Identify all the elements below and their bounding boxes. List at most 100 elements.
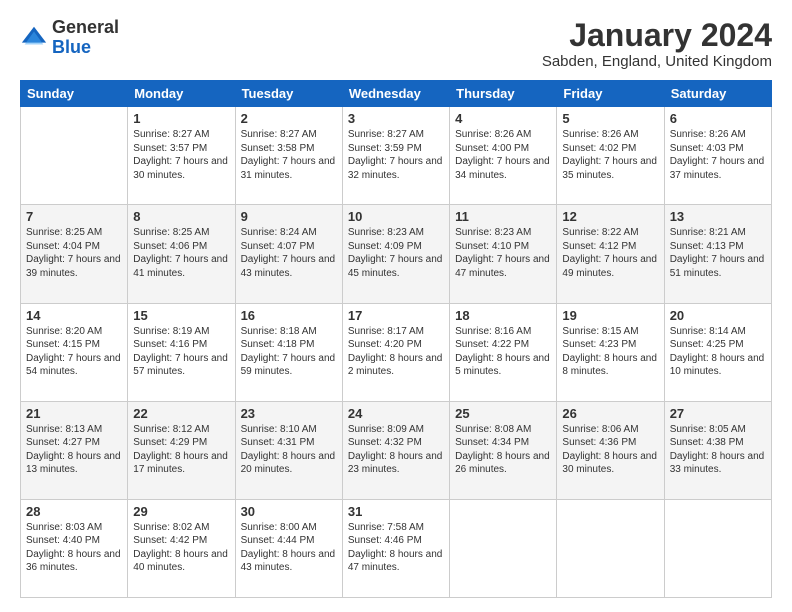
day-number: 30 [241, 504, 337, 519]
cell-info: Sunrise: 8:25 AMSunset: 4:04 PMDaylight:… [26, 226, 122, 280]
day-number: 20 [670, 308, 766, 323]
table-cell: 10 Sunrise: 8:23 AMSunset: 4:09 PMDayligh… [342, 205, 449, 303]
table-cell: 13 Sunrise: 8:21 AMSunset: 4:13 PMDayligh… [664, 205, 771, 303]
cell-info: Sunrise: 8:20 AMSunset: 4:15 PMDaylight:… [26, 325, 122, 379]
cell-info: Sunrise: 8:13 AMSunset: 4:27 PMDaylight:… [26, 423, 122, 477]
day-number: 27 [670, 406, 766, 421]
cell-info: Sunrise: 8:23 AMSunset: 4:10 PMDaylight:… [455, 226, 551, 280]
table-cell: 2 Sunrise: 8:27 AMSunset: 3:58 PMDaylight… [235, 107, 342, 205]
day-number: 9 [241, 209, 337, 224]
cell-info: Sunrise: 8:26 AMSunset: 4:00 PMDaylight:… [455, 128, 551, 182]
cell-info: Sunrise: 8:18 AMSunset: 4:18 PMDaylight:… [241, 325, 337, 379]
cell-info: Sunrise: 8:14 AMSunset: 4:25 PMDaylight:… [670, 325, 766, 379]
cell-info: Sunrise: 8:23 AMSunset: 4:09 PMDaylight:… [348, 226, 444, 280]
day-number: 17 [348, 308, 444, 323]
page: General Blue January 2024 Sabden, Englan… [0, 0, 792, 612]
cell-info: Sunrise: 8:00 AMSunset: 4:44 PMDaylight:… [241, 521, 337, 575]
table-cell: 20 Sunrise: 8:14 AMSunset: 4:25 PMDayligh… [664, 303, 771, 401]
day-number: 1 [133, 111, 229, 126]
table-cell: 14 Sunrise: 8:20 AMSunset: 4:15 PMDayligh… [21, 303, 128, 401]
col-monday: Monday [128, 81, 235, 107]
week-row-3: 21 Sunrise: 8:13 AMSunset: 4:27 PMDayligh… [21, 401, 772, 499]
table-cell: 18 Sunrise: 8:16 AMSunset: 4:22 PMDayligh… [450, 303, 557, 401]
header: General Blue January 2024 Sabden, Englan… [20, 18, 772, 70]
cell-info: Sunrise: 8:19 AMSunset: 4:16 PMDaylight:… [133, 325, 229, 379]
table-cell [21, 107, 128, 205]
table-cell: 27 Sunrise: 8:05 AMSunset: 4:38 PMDayligh… [664, 401, 771, 499]
cell-info: Sunrise: 8:27 AMSunset: 3:58 PMDaylight:… [241, 128, 337, 182]
col-thursday: Thursday [450, 81, 557, 107]
col-tuesday: Tuesday [235, 81, 342, 107]
col-sunday: Sunday [21, 81, 128, 107]
day-number: 2 [241, 111, 337, 126]
month-title: January 2024 [542, 18, 772, 53]
table-cell: 24 Sunrise: 8:09 AMSunset: 4:32 PMDayligh… [342, 401, 449, 499]
week-row-1: 7 Sunrise: 8:25 AMSunset: 4:04 PMDaylight… [21, 205, 772, 303]
day-number: 3 [348, 111, 444, 126]
cell-info: Sunrise: 8:02 AMSunset: 4:42 PMDaylight:… [133, 521, 229, 575]
cell-info: Sunrise: 7:58 AMSunset: 4:46 PMDaylight:… [348, 521, 444, 575]
title-block: January 2024 Sabden, England, United Kin… [542, 18, 772, 70]
day-number: 26 [562, 406, 658, 421]
table-cell: 17 Sunrise: 8:17 AMSunset: 4:20 PMDayligh… [342, 303, 449, 401]
table-cell: 15 Sunrise: 8:19 AMSunset: 4:16 PMDayligh… [128, 303, 235, 401]
cell-info: Sunrise: 8:27 AMSunset: 3:59 PMDaylight:… [348, 128, 444, 182]
table-cell: 23 Sunrise: 8:10 AMSunset: 4:31 PMDayligh… [235, 401, 342, 499]
day-number: 5 [562, 111, 658, 126]
day-number: 23 [241, 406, 337, 421]
table-cell: 28 Sunrise: 8:03 AMSunset: 4:40 PMDayligh… [21, 499, 128, 597]
table-cell: 25Sunrise: 8:08 AMSunset: 4:34 PMDayligh… [450, 401, 557, 499]
day-number: 28 [26, 504, 122, 519]
day-number: 10 [348, 209, 444, 224]
logo-text: General Blue [52, 18, 119, 58]
col-friday: Friday [557, 81, 664, 107]
table-cell: 16 Sunrise: 8:18 AMSunset: 4:18 PMDayligh… [235, 303, 342, 401]
table-cell: 5 Sunrise: 8:26 AMSunset: 4:02 PMDaylight… [557, 107, 664, 205]
table-cell: 31 Sunrise: 7:58 AMSunset: 4:46 PMDayligh… [342, 499, 449, 597]
day-number: 8 [133, 209, 229, 224]
cell-info: Sunrise: 8:03 AMSunset: 4:40 PMDaylight:… [26, 521, 122, 575]
day-number: 14 [26, 308, 122, 323]
cell-info: Sunrise: 8:05 AMSunset: 4:38 PMDaylight:… [670, 423, 766, 477]
cell-info: Sunrise: 8:17 AMSunset: 4:20 PMDaylight:… [348, 325, 444, 379]
day-number: 19 [562, 308, 658, 323]
col-saturday: Saturday [664, 81, 771, 107]
table-cell: 1Sunrise: 8:27 AMSunset: 3:57 PMDaylight… [128, 107, 235, 205]
day-number: 4 [455, 111, 551, 126]
cell-info: Sunrise: 8:10 AMSunset: 4:31 PMDaylight:… [241, 423, 337, 477]
day-number: 18 [455, 308, 551, 323]
day-number: 16 [241, 308, 337, 323]
logo-icon [20, 24, 48, 52]
table-cell [557, 499, 664, 597]
table-cell: 30 Sunrise: 8:00 AMSunset: 4:44 PMDayligh… [235, 499, 342, 597]
cell-info: Sunrise: 8:12 AMSunset: 4:29 PMDaylight:… [133, 423, 229, 477]
table-cell [664, 499, 771, 597]
day-number: 7 [26, 209, 122, 224]
cell-info: Sunrise: 8:24 AMSunset: 4:07 PMDaylight:… [241, 226, 337, 280]
table-cell: 8 Sunrise: 8:25 AMSunset: 4:06 PMDaylight… [128, 205, 235, 303]
cell-info: Sunrise: 8:22 AMSunset: 4:12 PMDaylight:… [562, 226, 658, 280]
day-number: 11 [455, 209, 551, 224]
cell-info: Sunrise: 8:06 AMSunset: 4:36 PMDaylight:… [562, 423, 658, 477]
table-cell: 11 Sunrise: 8:23 AMSunset: 4:10 PMDayligh… [450, 205, 557, 303]
day-number: 31 [348, 504, 444, 519]
day-number: 15 [133, 308, 229, 323]
day-number: 25 [455, 406, 551, 421]
day-number: 24 [348, 406, 444, 421]
cell-info: Sunrise: 8:26 AMSunset: 4:02 PMDaylight:… [562, 128, 658, 182]
table-cell: 3 Sunrise: 8:27 AMSunset: 3:59 PMDaylight… [342, 107, 449, 205]
cell-info: Sunrise: 8:21 AMSunset: 4:13 PMDaylight:… [670, 226, 766, 280]
cell-info: Sunrise: 8:26 AMSunset: 4:03 PMDaylight:… [670, 128, 766, 182]
cell-info: Sunrise: 8:25 AMSunset: 4:06 PMDaylight:… [133, 226, 229, 280]
col-wednesday: Wednesday [342, 81, 449, 107]
header-row: Sunday Monday Tuesday Wednesday Thursday… [21, 81, 772, 107]
logo: General Blue [20, 18, 119, 58]
day-number: 21 [26, 406, 122, 421]
cell-info: Sunrise: 8:16 AMSunset: 4:22 PMDaylight:… [455, 325, 551, 379]
table-cell: 21 Sunrise: 8:13 AMSunset: 4:27 PMDayligh… [21, 401, 128, 499]
cell-info: Sunrise: 8:15 AMSunset: 4:23 PMDaylight:… [562, 325, 658, 379]
day-number: 13 [670, 209, 766, 224]
cell-info: Sunrise: 8:09 AMSunset: 4:32 PMDaylight:… [348, 423, 444, 477]
day-number: 29 [133, 504, 229, 519]
table-cell [450, 499, 557, 597]
